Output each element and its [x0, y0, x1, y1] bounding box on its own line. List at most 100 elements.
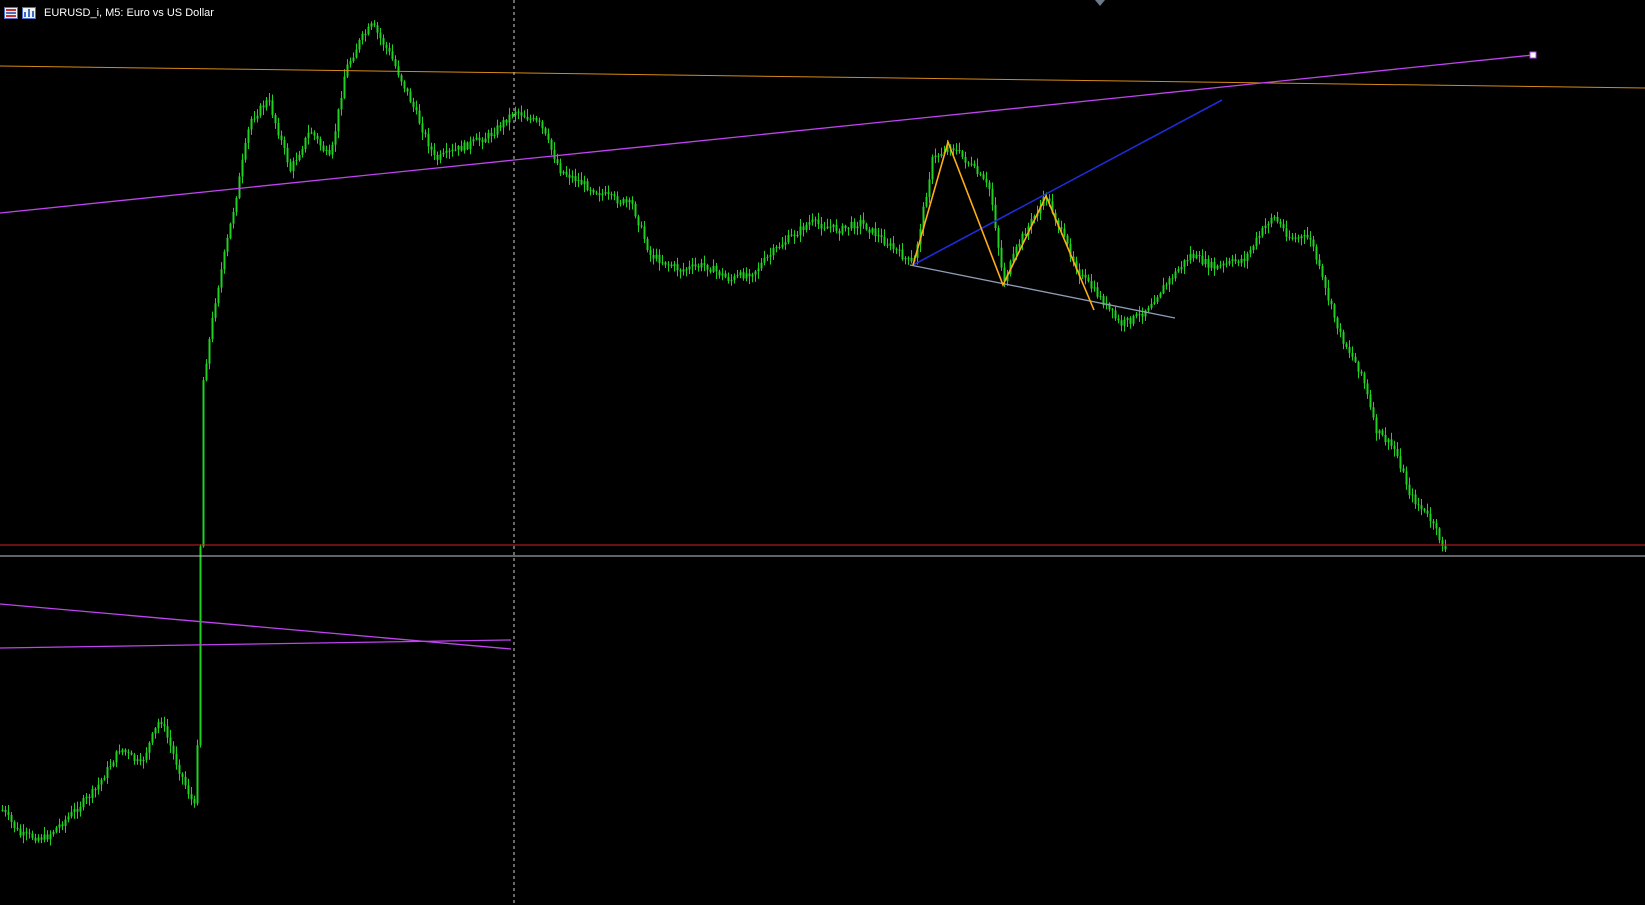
candle-body [1228, 261, 1231, 264]
candle-body [607, 192, 610, 195]
candle-body [712, 265, 715, 272]
candle-body [739, 272, 742, 276]
candle-body [649, 250, 652, 256]
candle-body [1351, 352, 1354, 357]
candle-body [526, 116, 529, 120]
candle-body [193, 799, 196, 804]
candle-body [373, 23, 376, 26]
candle-body [1180, 267, 1183, 270]
candle-body [70, 811, 73, 817]
candle-body [394, 59, 397, 67]
candle-body [1174, 271, 1177, 279]
candle-body [214, 303, 217, 318]
candle-body [1348, 347, 1351, 353]
candle-body [1207, 258, 1210, 268]
candle-body [142, 759, 145, 762]
candle-body [472, 139, 475, 142]
candle-body [166, 726, 169, 738]
candle-body [910, 257, 913, 262]
candle-body [883, 236, 886, 245]
candle-body [556, 159, 559, 164]
candle-body [859, 220, 862, 227]
candle-body [1114, 310, 1117, 319]
candle-body [172, 745, 175, 754]
candle-body [778, 246, 781, 248]
candle-body [616, 196, 619, 204]
zigzag-pattern-line[interactable] [912, 139, 1095, 311]
candle-body [727, 276, 730, 281]
candle-body [457, 146, 460, 150]
candle-body [1357, 361, 1360, 372]
candle-body [1411, 494, 1414, 496]
candle-body [283, 140, 286, 148]
candle-body [772, 248, 775, 256]
candle-body [760, 262, 763, 269]
candle-body [1165, 284, 1168, 286]
candle-body [154, 728, 157, 734]
candle-body [49, 834, 52, 840]
candle-body [508, 114, 511, 123]
candle-body [259, 105, 262, 116]
candle-body [967, 162, 970, 164]
candle-body [94, 789, 97, 791]
chart-type-icon[interactable] [4, 7, 18, 19]
candle-body [460, 146, 463, 151]
bar-chart-icon[interactable] [22, 7, 36, 19]
candle-body [835, 224, 838, 232]
price-chart[interactable] [0, 0, 1645, 905]
candle-body [991, 188, 994, 205]
candle-body [1198, 255, 1201, 257]
candle-body [409, 91, 412, 102]
candle-body [415, 107, 418, 111]
lower-purple-trendline-a[interactable] [0, 603, 512, 650]
candle-body [505, 119, 508, 123]
candle-body [1327, 287, 1330, 301]
candle-body [853, 221, 856, 229]
candle-body [442, 152, 445, 155]
candle-body [244, 142, 247, 160]
candle-body [958, 149, 961, 152]
neckline-trendline[interactable] [909, 264, 1176, 319]
candle-body [136, 759, 139, 761]
candle-body [598, 193, 601, 196]
candle-body [1087, 277, 1090, 282]
candle-body [532, 117, 535, 119]
candle-body [1150, 303, 1153, 308]
candle-body [277, 122, 280, 136]
candle-body [1093, 287, 1096, 289]
candle-body [1432, 521, 1435, 524]
candle-body [253, 118, 256, 120]
candle-body [475, 137, 478, 140]
candle-body [544, 128, 547, 134]
lower-purple-trendline-b[interactable] [0, 639, 512, 649]
candle-body [1255, 237, 1258, 247]
candle-body [202, 380, 205, 547]
candle-body [19, 828, 22, 836]
candle-body [418, 110, 421, 124]
candle-body [520, 112, 523, 116]
candle-body [1186, 260, 1189, 262]
upper-purple-trendline[interactable] [0, 54, 1534, 214]
candle-body [820, 223, 823, 229]
candle-body [1111, 309, 1114, 311]
candle-body [1396, 448, 1399, 457]
trendline-anchor-handle[interactable] [1529, 51, 1537, 59]
candle-body [754, 271, 757, 275]
candle-body [571, 176, 574, 178]
candle-body [1426, 510, 1429, 514]
candle-body [28, 832, 31, 834]
candle-body [676, 264, 679, 271]
chart-shift-marker-icon[interactable] [1095, 0, 1105, 6]
candle-body [757, 268, 760, 272]
candle-body [781, 244, 784, 248]
candle-body [331, 144, 334, 155]
candle-body [403, 81, 406, 89]
chart-window[interactable]: EURUSD_i, M5: Euro vs US Dollar [0, 0, 1645, 905]
candle-body [610, 194, 613, 196]
candle-body [76, 809, 79, 812]
candle-body [784, 242, 787, 245]
candle-body [325, 150, 328, 152]
candle-body [178, 764, 181, 774]
candle-body [1261, 228, 1264, 236]
candle-body [304, 137, 307, 150]
